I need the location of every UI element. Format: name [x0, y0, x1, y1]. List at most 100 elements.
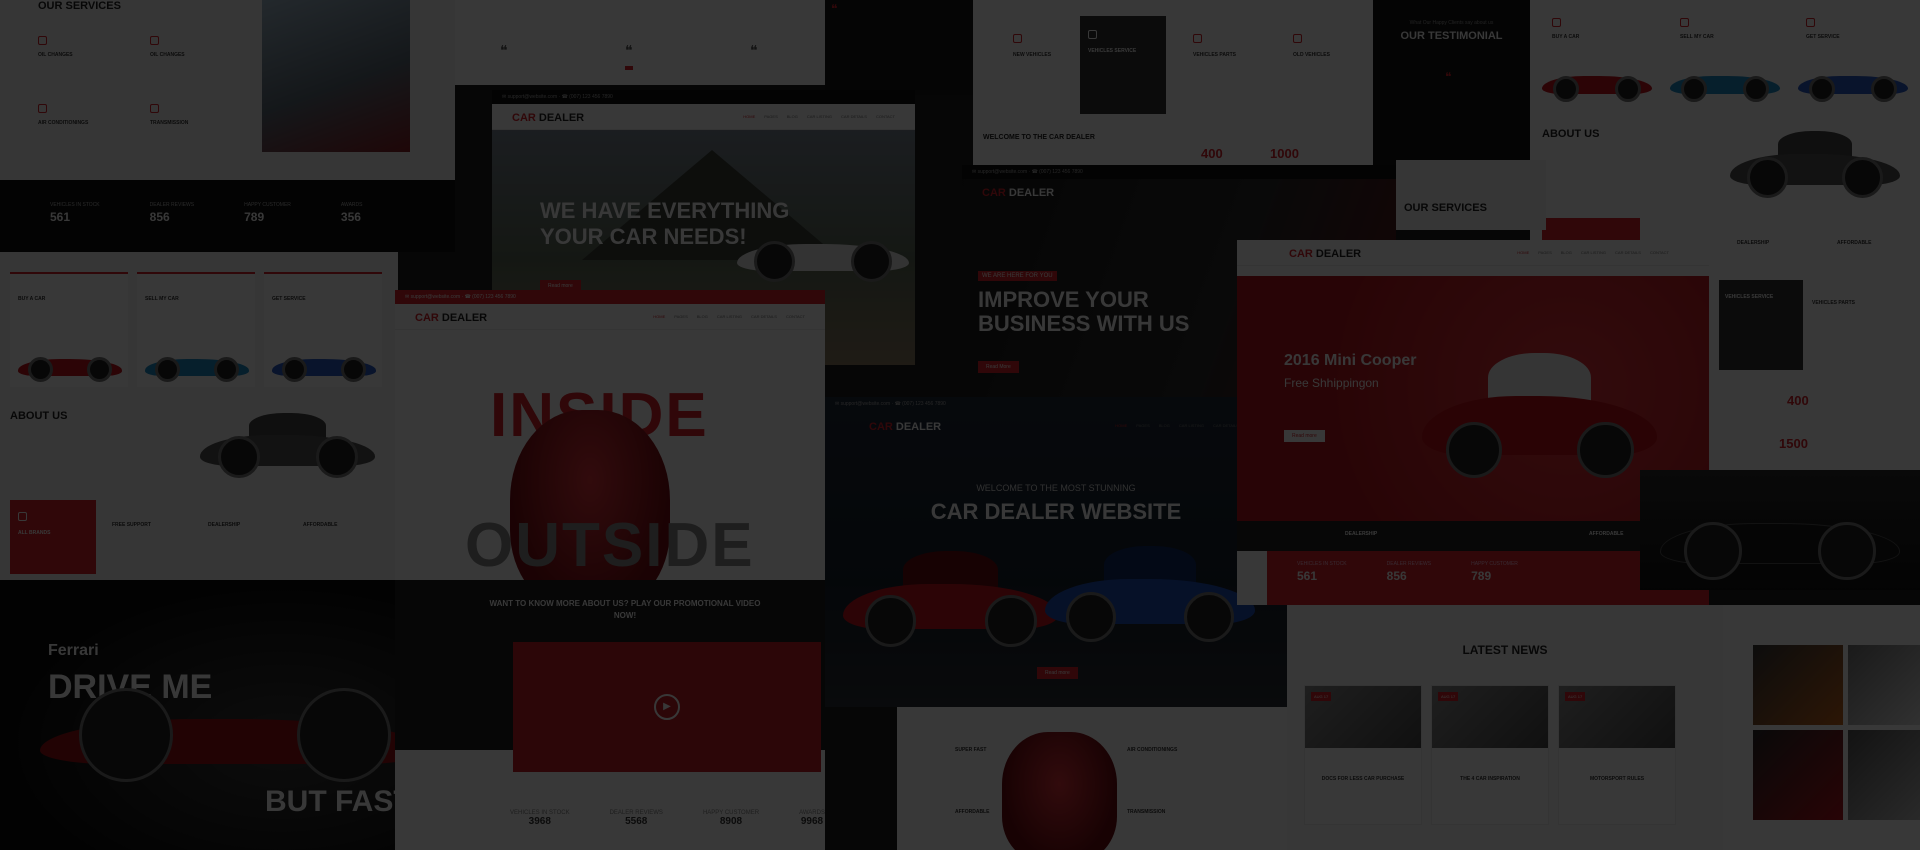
nav-blog[interactable]: BLOG: [697, 314, 708, 319]
card-title: GET SERVICE: [272, 296, 306, 302]
nav-pages[interactable]: PAGES: [674, 314, 688, 319]
nav-menu: HOME PAGES BLOG CAR LISTING CAR DETAILS …: [653, 314, 805, 319]
card-sell-car: SELL MY CAR: [137, 272, 255, 387]
counter-value: 856: [1386, 569, 1407, 583]
counter-value: 789: [1471, 569, 1492, 583]
quote-icon: ❝: [500, 42, 508, 58]
card-buy-car: BUY A CAR: [10, 272, 128, 387]
logo[interactable]: CAR DEALER: [1289, 248, 1361, 260]
hero-title: CAR DEALER WEBSITE: [930, 499, 1182, 524]
nav-listing[interactable]: CAR LISTING: [807, 114, 832, 119]
feature-free-support: FREE SUPPORT: [112, 522, 151, 528]
bmw-car: [1660, 490, 1900, 580]
nav-details[interactable]: CAR DETAILS: [751, 314, 777, 319]
nav-listing[interactable]: CAR LISTING: [1179, 423, 1204, 428]
nav-home[interactable]: HOME: [1115, 423, 1127, 428]
top-bar: ✉ support@website.com · ☎ (007) 123 456 …: [962, 165, 1396, 179]
counter-label: AWARDS: [340, 202, 363, 208]
air-conditioning-icon: [38, 104, 47, 113]
hero-title: 2016 Mini Cooper: [1284, 352, 1417, 369]
red-sedan: [843, 547, 1058, 647]
nav-details[interactable]: CAR DETAILS: [1615, 250, 1641, 255]
slider-dot[interactable]: [625, 66, 633, 70]
service-parts: VEHICLES PARTS: [1193, 30, 1236, 58]
car-icon: [1293, 34, 1302, 43]
nav-listing[interactable]: CAR LISTING: [1581, 250, 1606, 255]
counter-value: 561: [1297, 569, 1318, 583]
hero-headline-1: IMPROVE YOUR: [978, 287, 1149, 312]
about-title: ABOUT US: [1542, 128, 1600, 140]
counter-customers: HAPPY CUSTOMER 789: [244, 202, 291, 224]
read-more-button[interactable]: Read more: [1037, 667, 1078, 679]
news-card[interactable]: AUG 17 THE 4 CAR INSPIRATION: [1431, 685, 1549, 825]
screenshot-gallery: [1723, 605, 1920, 850]
welcome-heading: WELCOME TO THE CAR DEALER: [983, 134, 1095, 141]
service-label: AIR CONDITIONINGS: [38, 120, 89, 126]
services-title: OUR SERVICES: [1404, 202, 1487, 214]
logo[interactable]: CAR DEALER: [415, 312, 487, 324]
nav-home[interactable]: HOME: [653, 314, 665, 319]
template-preview-collage: OUR SERVICES OIL CHANGES OIL CHANGES AIR…: [0, 0, 1920, 850]
service-vehicles-active[interactable]: VEHICLES SERVICE: [1080, 16, 1166, 114]
gallery-orange-car: [1753, 645, 1843, 725]
nav-pages[interactable]: PAGES: [1538, 250, 1552, 255]
nav-listing[interactable]: CAR LISTING: [717, 314, 742, 319]
nav-pages[interactable]: PAGES: [1136, 423, 1150, 428]
strip-dealership: DEALERSHIP: [1345, 531, 1378, 537]
hero-subtitle: Free Shhippingon: [1284, 376, 1379, 390]
logo[interactable]: CAR DEALER: [869, 421, 941, 433]
nav-pages[interactable]: PAGES: [764, 114, 778, 119]
counter-value: 856: [149, 210, 170, 224]
gallery-silver-car: [1848, 730, 1920, 820]
screenshot-latest-news: LATEST NEWS AUG 17 DOCS FOR LESS CAR PUR…: [1287, 605, 1723, 850]
nav-blog[interactable]: BLOG: [1561, 250, 1572, 255]
hero-headline-1: WE HAVE EVERYTHING: [540, 198, 790, 223]
red-tab[interactable]: [1542, 218, 1640, 240]
car-icon: [1680, 18, 1689, 27]
service-vehicles-active[interactable]: VEHICLES SERVICE: [1719, 280, 1803, 370]
quote-icon: ❝: [831, 2, 838, 16]
family-car-photo: [262, 0, 410, 152]
news-headline[interactable]: MOTORSPORT RULES: [1565, 776, 1669, 782]
card-title: BUY A CAR: [1552, 34, 1580, 40]
read-more-button[interactable]: Read more: [1284, 430, 1325, 442]
nav-contact[interactable]: CONTACT: [876, 114, 895, 119]
news-card[interactable]: AUG 17 DOCS FOR LESS CAR PURCHASE: [1304, 685, 1422, 825]
nav-blog[interactable]: BLOG: [787, 114, 798, 119]
nav-details[interactable]: CAR DETAILS: [1213, 423, 1239, 428]
feature-label: ALL BRANDS: [18, 530, 51, 536]
nav-contact[interactable]: CONTACT: [1650, 250, 1669, 255]
nav-blog[interactable]: BLOG: [1159, 423, 1170, 428]
screenshot-buy-sell-about: BUY A CAR SELL MY CAR GET SERVICE ABOUT …: [0, 252, 398, 580]
nav-home[interactable]: HOME: [743, 114, 755, 119]
play-button[interactable]: ▶: [654, 694, 680, 720]
counter-label: HAPPY CUSTOMER: [1471, 561, 1518, 567]
gallery-white-car: [1848, 645, 1920, 725]
card-sell-car: SELL MY CAR: [1680, 14, 1714, 40]
feature-affordable: AFFORDABLE: [955, 809, 990, 815]
read-more-button[interactable]: Read More: [978, 361, 1019, 373]
screenshot-features: SUPER FAST AIR CONDITIONINGS AFFORDABLE …: [897, 707, 1287, 850]
news-headline[interactable]: DOCS FOR LESS CAR PURCHASE: [1311, 776, 1415, 782]
screenshot-mini-cooper: CAR DEALER HOME PAGES BLOG CAR LISTING C…: [1237, 240, 1709, 605]
nav-contact[interactable]: CONTACT: [786, 314, 805, 319]
news-headline[interactable]: THE 4 CAR INSPIRATION: [1438, 776, 1542, 782]
services-title: OUR SERVICES: [38, 0, 121, 12]
main-nav: CAR DEALER: [962, 179, 1396, 205]
logo[interactable]: CAR DEALER: [512, 112, 584, 124]
service-label: VEHICLES SERVICE: [1725, 294, 1774, 300]
counter-value: 3968: [528, 816, 551, 827]
logo[interactable]: CAR DEALER: [982, 187, 1054, 199]
feature-air-conditionings: AIR CONDITIONINGS: [1127, 747, 1178, 753]
service-label: TRANSMISSION: [150, 120, 189, 126]
news-card[interactable]: AUG 17 MOTORSPORT RULES: [1558, 685, 1676, 825]
card-title: SELL MY CAR: [1680, 34, 1714, 40]
counter-value: 8908: [719, 816, 743, 827]
service-label: NEW VEHICLES: [1013, 52, 1052, 58]
screenshot-car-dealer-website: ✉ support@website.com · ☎ (007) 123 456 …: [825, 397, 1287, 707]
red-sports-car: [18, 346, 122, 382]
nav-home[interactable]: HOME: [1517, 250, 1529, 255]
nav-details[interactable]: CAR DETAILS: [841, 114, 867, 119]
card-get-service: GET SERVICE: [1806, 14, 1840, 40]
main-nav: CAR DEALER HOME PAGES BLOG CAR LISTING C…: [825, 411, 1287, 437]
